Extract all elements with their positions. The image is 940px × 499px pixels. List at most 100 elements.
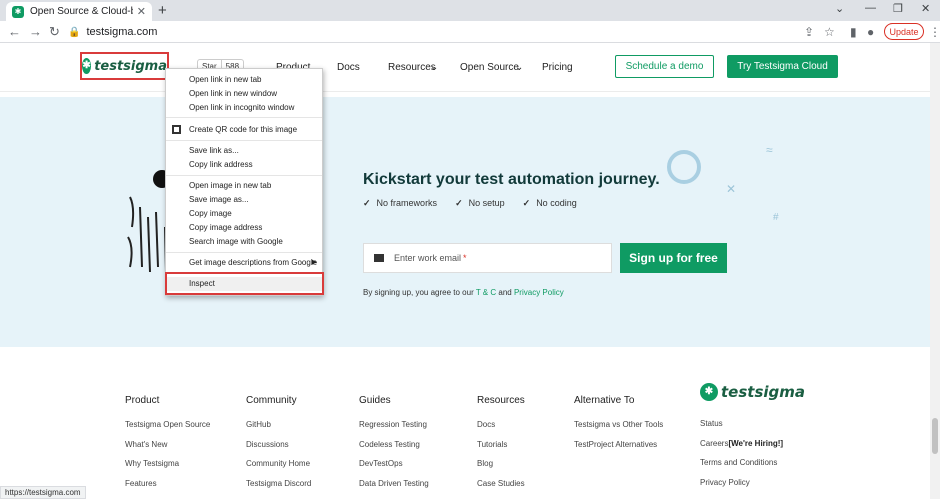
menu-item-open-incognito[interactable]: Open link in incognito window <box>166 101 322 115</box>
menu-item-open-new-tab[interactable]: Open link in new tab <box>166 73 322 87</box>
terms-and: and <box>498 288 512 297</box>
side-panel-icon[interactable]: ▮ <box>850 25 857 39</box>
menu-separator <box>166 140 322 141</box>
footer-link[interactable]: Terms and Conditions <box>700 458 783 478</box>
menu-item-copy-image-address[interactable]: Copy image address <box>166 221 322 235</box>
footer-link[interactable]: Data Driven Testing <box>359 479 429 499</box>
footer-link[interactable]: Blog <box>477 459 525 479</box>
bookmark-star-icon[interactable]: ☆ <box>824 25 835 39</box>
footer-link[interactable]: Careers <box>700 439 728 448</box>
profile-avatar-icon[interactable]: ● <box>867 25 874 39</box>
back-icon[interactable]: ← <box>8 24 21 39</box>
footer-link[interactable]: Codeless Testing <box>359 440 429 460</box>
nav-open-source[interactable]: Open Source <box>460 62 519 73</box>
address-bar[interactable]: 🔒 testsigma.com <box>68 23 803 41</box>
footer-link[interactable]: Community Home <box>246 459 311 479</box>
footer-link[interactable]: What's New <box>125 440 210 460</box>
logo-link[interactable]: ✱ testsigma <box>80 52 169 80</box>
footer-link[interactable]: Features <box>125 479 210 499</box>
update-button[interactable]: Update <box>884 23 924 40</box>
browser-tab[interactable]: ✱ Open Source & Cloud-based Tes ✕ <box>6 2 152 21</box>
schedule-demo-button[interactable]: Schedule a demo <box>615 55 714 78</box>
hiring-badge[interactable]: [We're Hiring!] <box>728 439 783 448</box>
menu-item-copy-image[interactable]: Copy image <box>166 207 322 221</box>
footer-link[interactable]: Regression Testing <box>359 420 429 440</box>
hero-checklist: ✓ No frameworks ✓ No setup ✓ No coding <box>363 198 595 209</box>
decorative-ring-icon <box>667 150 701 184</box>
menu-item-search-image[interactable]: Search image with Google <box>166 235 322 249</box>
check-label: No frameworks <box>376 198 438 208</box>
privacy-policy-link[interactable]: Privacy Policy <box>514 288 564 297</box>
menu-separator <box>166 175 322 176</box>
new-tab-icon[interactable]: + <box>158 2 167 19</box>
nav-docs[interactable]: Docs <box>337 62 360 73</box>
footer-link[interactable]: Case Studies <box>477 479 525 499</box>
footer-link[interactable]: Discussions <box>246 440 311 460</box>
check-label: No coding <box>536 198 577 208</box>
menu-item-open-image[interactable]: Open image in new tab <box>166 179 322 193</box>
try-cloud-button[interactable]: Try Testsigma Cloud <box>727 55 838 78</box>
sign-up-button[interactable]: Sign up for free <box>620 243 727 273</box>
work-email-input[interactable]: Enter work email * <box>363 243 612 273</box>
browser-tab-bar: ✱ Open Source & Cloud-based Tes ✕ + ⌄ — … <box>0 0 940 21</box>
terms-text: By signing up, you agree to our T & C an… <box>363 288 564 297</box>
required-mark: * <box>463 253 467 263</box>
menu-item-save-image[interactable]: Save image as... <box>166 193 322 207</box>
footer-link[interactable]: Docs <box>477 420 525 440</box>
hero-title: Kickstart your test automation journey. <box>363 171 660 188</box>
menu-separator <box>166 252 322 253</box>
menu-item-open-new-window[interactable]: Open link in new window <box>166 87 322 101</box>
context-menu: Open link in new tab Open link in new wi… <box>165 68 323 296</box>
forward-icon[interactable]: → <box>29 24 42 39</box>
close-window-icon[interactable]: ✕ <box>921 2 930 15</box>
decorative-squiggle-icon: ≈ <box>766 143 773 157</box>
url-text: testsigma.com <box>86 26 158 38</box>
footer-link[interactable]: Status <box>700 419 783 439</box>
scrollbar-thumb[interactable] <box>932 418 938 454</box>
footer-link[interactable]: Why Testsigma <box>125 459 210 479</box>
footer-link[interactable]: Testsigma Discord <box>246 479 311 499</box>
tab-close-icon[interactable]: ✕ <box>137 5 146 18</box>
menu-item-label: Create QR code for this image <box>189 125 298 134</box>
footer-link[interactable]: DevTestOps <box>359 459 429 479</box>
nav-resources[interactable]: Resources <box>388 62 436 73</box>
menu-separator <box>166 117 322 118</box>
menu-item-label: Get image descriptions from Google <box>189 258 318 267</box>
share-icon[interactable]: ⇪ <box>804 25 814 39</box>
nav-pricing[interactable]: Pricing <box>542 62 573 73</box>
decorative-cross-icon: ✕ <box>726 182 737 196</box>
mail-icon <box>374 254 384 262</box>
footer-link[interactable]: GitHub <box>246 420 311 440</box>
maximize-icon[interactable]: ❐ <box>893 2 903 15</box>
reload-icon[interactable]: ↻ <box>49 24 60 40</box>
check-icon: ✓ <box>522 198 531 208</box>
footer-column-community: Community GitHub Discussions Community H… <box>246 395 311 498</box>
footer-link[interactable]: TestProject Alternatives <box>574 440 663 460</box>
footer-heading: Guides <box>359 395 391 406</box>
menu-item-copy-link[interactable]: Copy link address <box>166 158 322 172</box>
footer-link[interactable]: Testsigma vs Other Tools <box>574 420 663 440</box>
browser-menu-icon[interactable]: ⋮ <box>929 25 940 39</box>
footer-logo[interactable]: ✱ testsigma <box>700 383 805 401</box>
footer-link[interactable]: Tutorials <box>477 440 525 460</box>
terms-prefix: By signing up, you agree to our <box>363 288 474 297</box>
menu-item-save-link[interactable]: Save link as... <box>166 144 322 158</box>
terms-link[interactable]: T & C <box>476 288 496 297</box>
footer-link[interactable]: Privacy Policy <box>700 478 783 498</box>
logo-text: testsigma <box>94 58 167 74</box>
footer-column-resources: Resources Docs Tutorials Blog Case Studi… <box>477 395 525 498</box>
lock-icon[interactable]: 🔒 <box>68 27 80 38</box>
testsigma-logo-icon: ✱ <box>82 58 92 74</box>
menu-item-image-descriptions[interactable]: Get image descriptions from Google ▶ <box>166 256 322 270</box>
footer-column-company: Status Careers[We're Hiring!] Terms and … <box>700 419 783 497</box>
footer-column-product: Product Testsigma Open Source What's New… <box>125 395 210 498</box>
submenu-arrow-icon: ▶ <box>311 259 317 266</box>
menu-item-qr-code[interactable]: Create QR code for this image <box>166 123 322 137</box>
site-header: ✱ testsigma Star 588 Product Docs Resour… <box>0 43 940 92</box>
tab-search-icon[interactable]: ⌄ <box>835 2 844 15</box>
minimize-icon[interactable]: — <box>865 2 876 14</box>
footer-link[interactable]: Testsigma Open Source <box>125 420 210 440</box>
email-placeholder: Enter work email <box>394 253 462 263</box>
chevron-down-icon: ⌄ <box>430 62 439 73</box>
check-item: ✓ No frameworks <box>363 198 437 209</box>
